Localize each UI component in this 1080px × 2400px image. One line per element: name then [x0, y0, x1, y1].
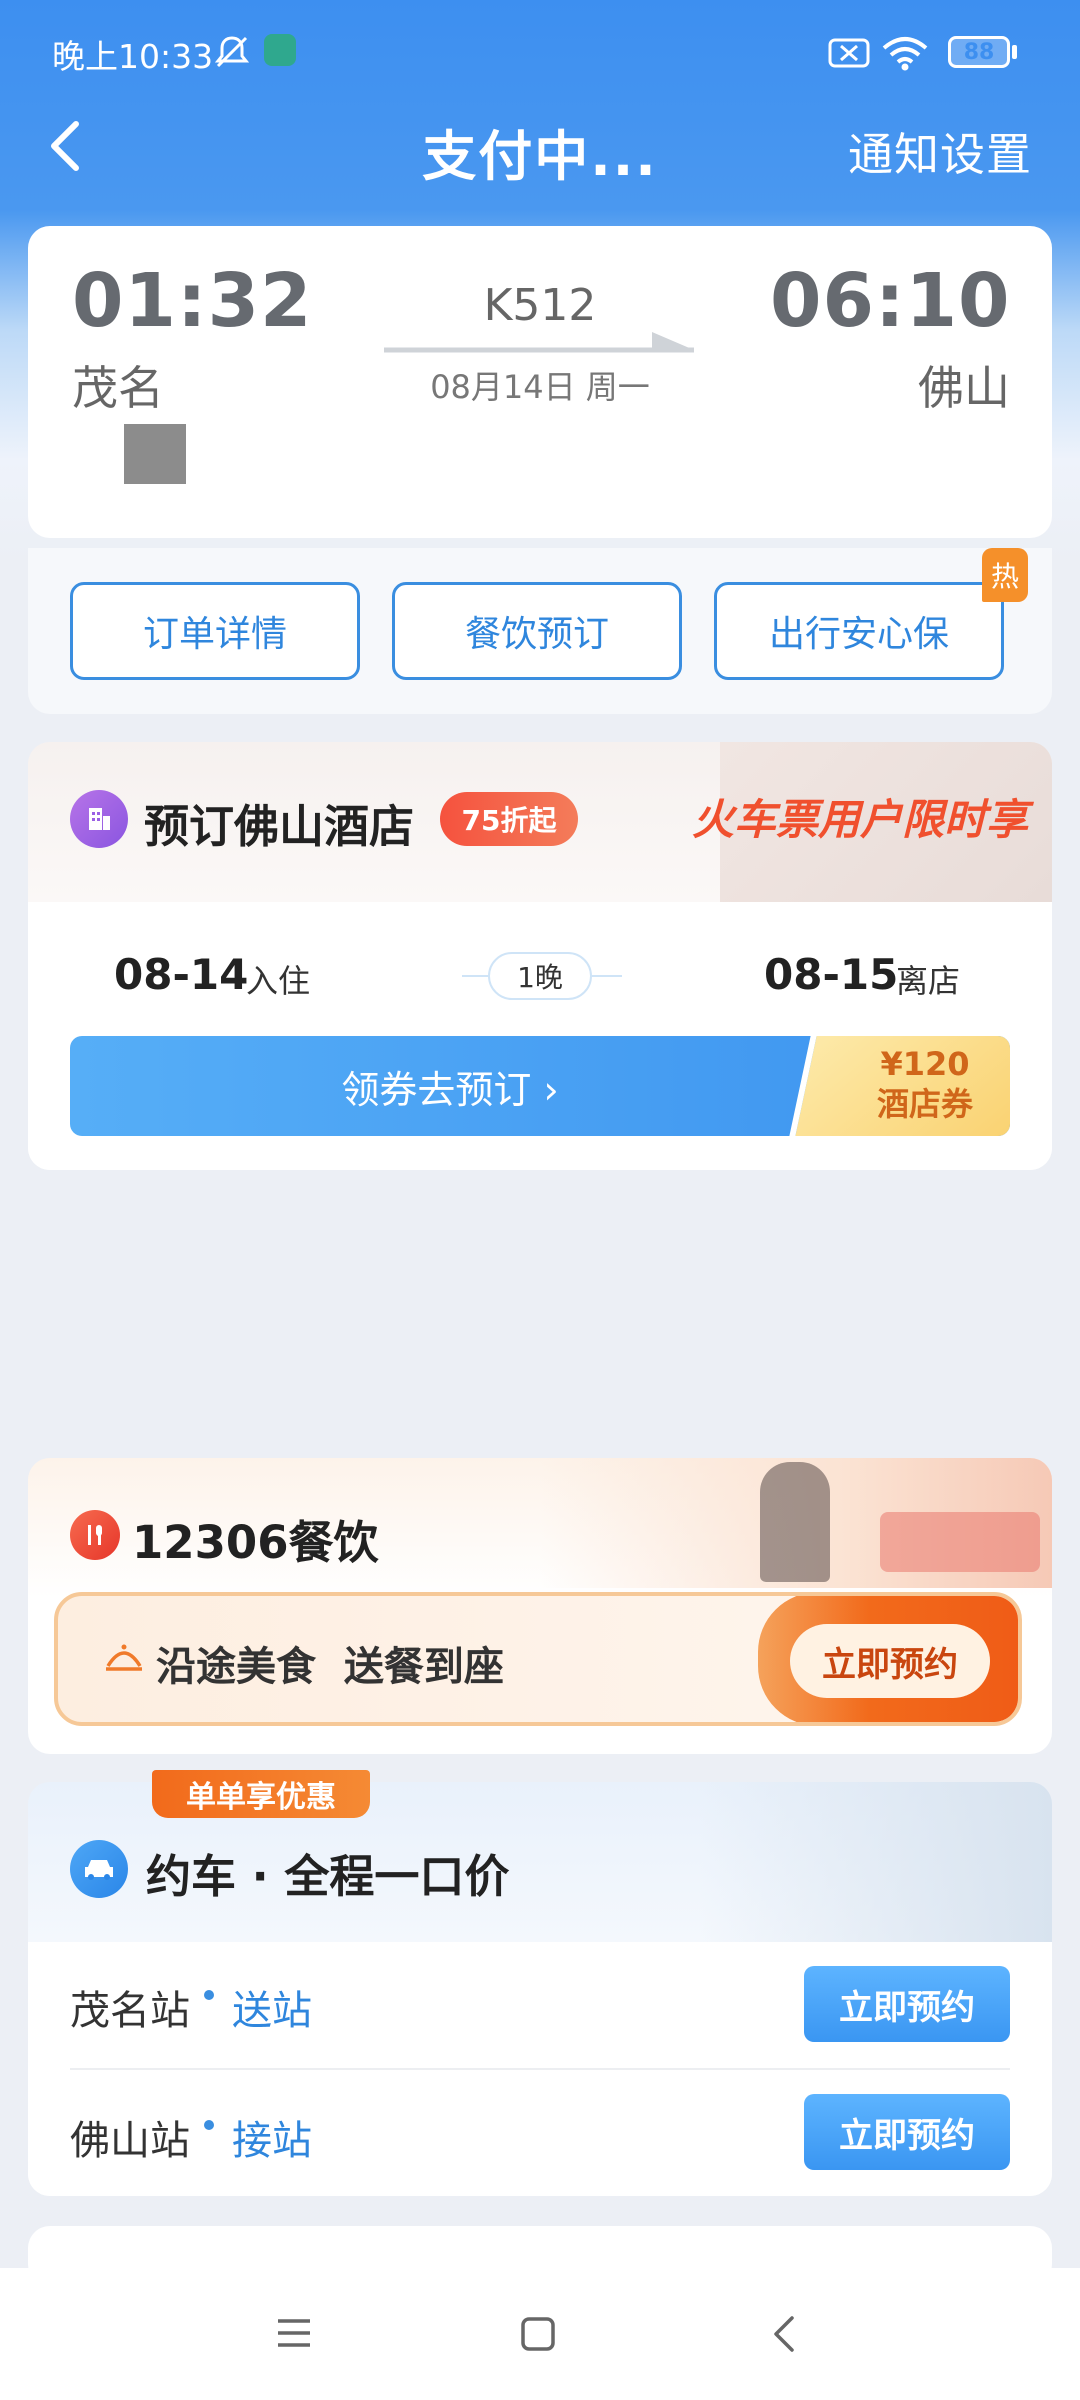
train-number: K512	[483, 280, 597, 331]
app-notification-icon	[264, 34, 296, 66]
discount-badge: 75折起	[440, 792, 578, 846]
checkin-date: 08-14	[114, 950, 249, 999]
row-divider	[70, 2068, 1010, 2070]
book-hotel-button[interactable]: 领券去预订 › ¥120 酒店券	[70, 1036, 1010, 1136]
attendant-figure	[760, 1462, 830, 1582]
meal-booking-button[interactable]: 餐饮预订	[392, 582, 682, 680]
catering-banner-text: 沿途美食 送餐到座	[156, 1644, 504, 1690]
catering-title: 12306餐饮	[132, 1516, 379, 1569]
hot-badge: 热	[982, 548, 1028, 602]
checkin-label: 入住	[246, 962, 311, 1000]
notification-settings-link[interactable]: 通知设置	[848, 118, 1032, 183]
row-dot	[204, 2120, 214, 2130]
coupon-amount: ¥120	[880, 1045, 970, 1083]
order-details-button[interactable]: 订单详情	[70, 582, 360, 680]
hotel-icon	[70, 790, 128, 848]
status-time: 晚上10:33	[52, 37, 214, 76]
row-station-maoming: 茂名站	[70, 1988, 190, 2034]
battery-level: 88	[963, 40, 995, 65]
book-dropoff-button[interactable]: 立即预约	[804, 1966, 1010, 2042]
car-icon	[70, 1840, 128, 1898]
book-hotel-label: 领券去预订 ›	[341, 1067, 559, 1112]
travel-insurance-button[interactable]: 出行安心保	[714, 582, 1004, 680]
hotel-title: 预订佛山酒店	[144, 800, 415, 853]
arrive-city: 佛山	[918, 361, 1010, 415]
food-cloche-icon	[106, 1644, 142, 1671]
hotel-slogan: 火车票用户限时享	[691, 795, 1028, 844]
discount-ribbon: 单单享优惠	[152, 1770, 370, 1818]
row-type-dropoff: 送站	[232, 1988, 312, 2034]
menu-icon[interactable]	[274, 2316, 314, 2350]
row-station-foshan: 佛山站	[70, 2118, 190, 2164]
catering-book-button[interactable]: 立即预约	[790, 1624, 990, 1698]
checkout-label: 离店	[896, 962, 961, 1000]
train-figure	[880, 1512, 1040, 1572]
sim-off-icon	[828, 38, 870, 68]
back-arrow-icon[interactable]	[44, 118, 88, 174]
coupon-label: 酒店券	[876, 1085, 973, 1123]
catering-icon	[70, 1510, 120, 1560]
redacted-block	[124, 424, 186, 484]
checkout-date: 08-15	[764, 950, 899, 999]
home-icon[interactable]	[518, 2314, 558, 2354]
depart-city: 茂名	[72, 361, 164, 415]
depart-time: 01:32	[72, 258, 313, 344]
wifi-icon	[882, 37, 928, 71]
row-type-pickup: 接站	[232, 2118, 312, 2164]
row-dot	[204, 1990, 214, 2000]
car-title: 约车 · 全程一口价	[146, 1850, 510, 1903]
route-arrow-icon	[384, 332, 694, 353]
page-title: 支付中...	[422, 125, 658, 188]
car-banner-image	[700, 1782, 1052, 1942]
arrive-time: 06:10	[770, 258, 1011, 344]
battery-tip	[1012, 45, 1017, 59]
system-back-icon[interactable]	[766, 2312, 802, 2356]
nights-badge: 1晚	[488, 952, 592, 1000]
travel-date: 08月14日 周一	[430, 368, 650, 406]
book-pickup-button[interactable]: 立即预约	[804, 2094, 1010, 2170]
mute-bell-icon	[214, 36, 250, 68]
